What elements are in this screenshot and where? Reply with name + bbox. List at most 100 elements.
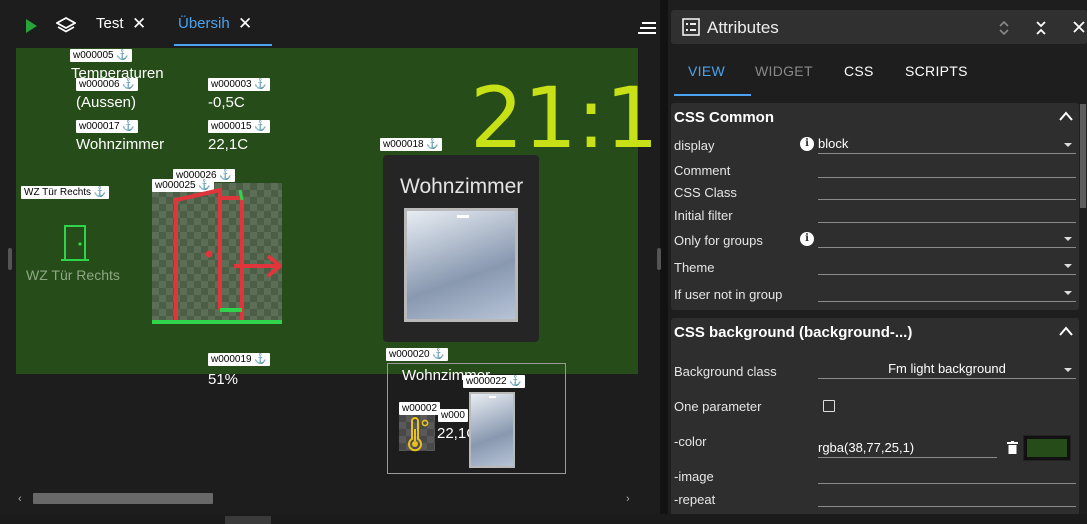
window-icon [469,392,515,468]
row-label-theme: Theme [674,260,715,275]
view-canvas[interactable]: w000005 ⚓ Temperaturen w000006 ⚓ w000003… [16,48,659,388]
comment-input[interactable] [818,160,1076,178]
humidity-value: 51% [208,371,239,388]
widget-id-label[interactable]: w000006 ⚓ [76,78,138,91]
splitter-handle[interactable] [657,248,661,270]
background-class-value: Fm light background [888,361,1006,376]
panel-scrollbar-thumb[interactable] [1080,104,1086,208]
row-label-css-class: CSS Class [674,185,737,200]
color-value: rgba(38,77,25,1) [818,440,915,455]
tab-widget[interactable]: WIDGET [755,63,813,79]
widget-id-label[interactable]: w00002 [399,402,441,415]
widget-id-label[interactable]: w000003 ⚓ [208,78,270,91]
editor-area: Test ✕ Übersih ✕ w000005 ⚓ Temperaturen … [0,0,661,524]
group-widget[interactable]: Wohnzimmer w00002 w000 22,1C w000022 ⚓ [387,363,566,474]
row-label-background-class: Background class [674,364,777,379]
color-input[interactable]: rgba(38,77,25,1) [818,440,997,458]
row-label-display: display [674,138,715,153]
active-tab-indicator [674,94,751,96]
chevron-down-icon [1064,264,1072,268]
aussen-label: (Aussen) [76,94,137,111]
row-label-repeat: -repeat [674,492,716,507]
chevron-left-icon[interactable]: ‹ [18,493,22,505]
wohnzimmer-temperature: 22,1C [208,136,249,153]
tab-css[interactable]: CSS [844,63,874,79]
tab-uebersicht[interactable]: Übersih ✕ [174,4,272,46]
horizontal-scrollbar[interactable]: ‹ › [16,490,636,506]
tab-test[interactable]: Test ✕ [96,4,176,46]
info-icon[interactable]: i [800,137,814,151]
widget-id-label[interactable]: w000020 ⚓ [386,348,448,361]
play-icon[interactable] [26,19,37,33]
trash-icon[interactable] [1007,441,1018,454]
display-value: block [818,136,849,151]
thermometer-icon[interactable] [404,417,430,453]
room-card[interactable]: Wohnzimmer [383,155,539,342]
color-swatch-fill [1027,439,1067,457]
close-icon[interactable] [1072,20,1086,34]
chevron-up-icon[interactable] [1059,111,1073,121]
menu-icon[interactable] [638,22,656,34]
clock-display[interactable]: 21:1 [470,76,659,160]
one-parameter-checkbox[interactable] [823,400,835,412]
editor-tabbar: Test ✕ Übersih ✕ [16,4,656,46]
widget-id-label[interactable]: w000017 ⚓ [76,120,138,133]
background-class-select[interactable]: Fm light background [818,361,1076,379]
only-for-groups-select[interactable] [818,230,1076,248]
widget-id-label[interactable]: w000015 ⚓ [208,120,270,133]
tab-label: Test [96,15,124,32]
color-swatch[interactable] [1023,435,1071,461]
door-open-icon[interactable] [152,188,282,324]
display-select[interactable]: block [818,136,1076,154]
widget-id-label[interactable]: w000022 ⚓ [463,375,525,388]
theme-select[interactable] [818,257,1076,275]
chevron-down-icon [1064,237,1072,241]
initial-filter-input[interactable] [818,205,1076,223]
splitter-handle[interactable] [8,248,12,270]
list-icon [682,18,700,36]
widget-id-label[interactable]: w000 [438,409,468,422]
status-bar-thumb [225,516,271,524]
expand-collapse-icon[interactable] [997,19,1011,37]
widget-id-label[interactable]: w000018 ⚓ [380,138,442,151]
aussen-temperature: -0,5C [208,94,245,111]
widget-id-label[interactable]: WZ Tür Rechts ⚓ [21,186,110,199]
collapse-all-icon[interactable] [1034,19,1048,37]
attribute-tabs: VIEW WIDGET CSS SCRIPTS [671,56,1087,96]
image-input[interactable] [818,466,1076,484]
attributes-panel: Attributes VIEW WIDGET CSS SCRIPTS CSS C… [668,0,1087,524]
tab-view[interactable]: VIEW [688,63,725,79]
row-label-one-parameter: One parameter [674,399,762,414]
widget-id-label[interactable]: w000005 ⚓ [70,49,132,62]
status-bar [0,514,1087,524]
window-handle [489,396,496,398]
info-icon[interactable]: i [800,232,814,246]
layers-icon[interactable] [56,16,76,36]
window-icon [404,208,518,322]
repeat-input[interactable] [818,489,1076,507]
if-user-not-in-group-select[interactable] [818,284,1076,302]
row-label-image: -image [674,469,714,484]
tab-scripts[interactable]: SCRIPTS [905,63,968,79]
room-card-title: Wohnzimmer [400,175,524,198]
close-icon[interactable]: ✕ [238,4,252,44]
close-icon[interactable]: ✕ [132,4,146,44]
panel-header: Attributes [671,10,1087,44]
tab-label: Übersih [178,15,230,32]
chevron-right-icon[interactable]: › [626,493,630,505]
css-background-section: CSS background (background-...) Backgrou… [671,318,1079,518]
css-common-section: CSS Common display i block Comment CSS C… [671,103,1079,310]
section-title: CSS background (background-...) [674,324,913,341]
widget-id-label[interactable]: w000019 ⚓ [208,353,270,366]
chevron-up-icon[interactable] [1059,326,1073,336]
section-title: CSS Common [674,109,775,126]
chevron-down-icon [1064,143,1072,147]
chevron-down-icon [1064,291,1072,295]
row-label-comment: Comment [674,163,731,178]
chevron-down-icon [1064,368,1072,372]
scrollbar-thumb[interactable] [33,493,213,504]
window-handle [457,215,469,218]
door-icon[interactable] [61,224,89,262]
row-label-color: -color [674,434,707,449]
css-class-input[interactable] [818,182,1076,200]
